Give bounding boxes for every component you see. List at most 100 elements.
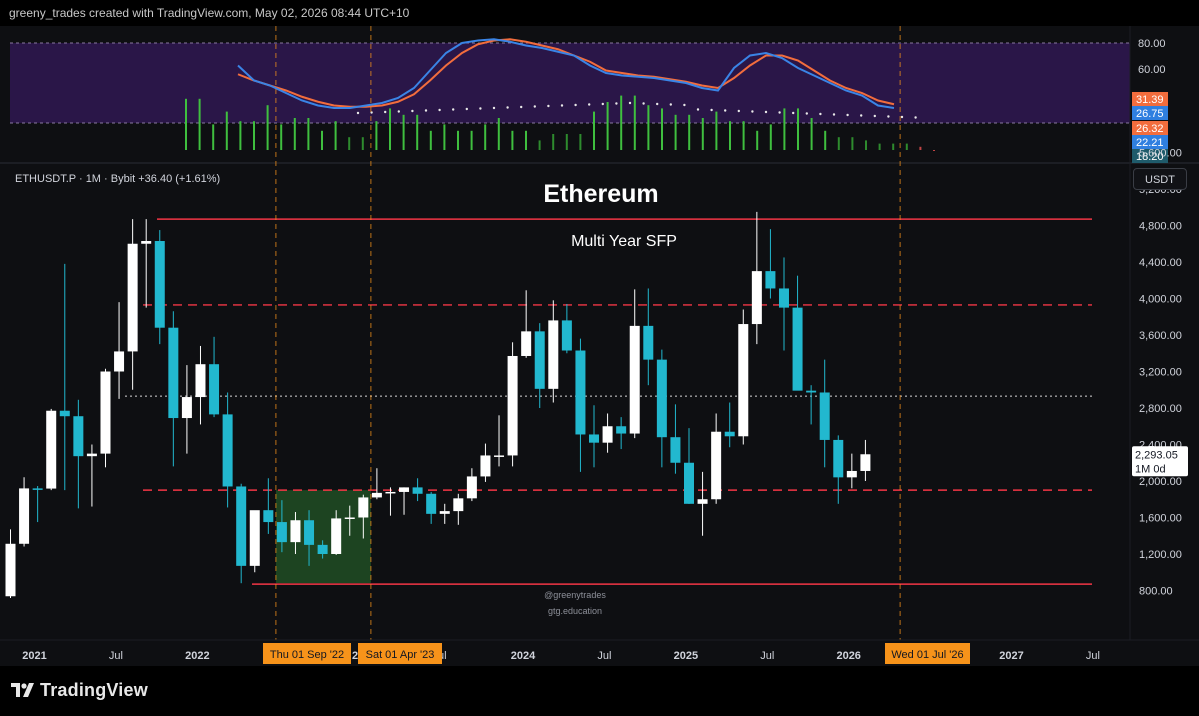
candle[interactable] [168, 311, 179, 467]
histogram-bar [348, 137, 351, 150]
candle-body [439, 511, 450, 514]
candle[interactable] [73, 399, 84, 509]
candle[interactable] [507, 342, 518, 467]
osc-tick-80: 80.00 [1138, 38, 1166, 50]
candle-body [5, 543, 16, 597]
candle[interactable] [480, 443, 491, 482]
candle[interactable] [806, 385, 817, 425]
histogram-bar [620, 95, 623, 150]
tradingview-logo-icon [11, 683, 34, 697]
candle-body [765, 271, 776, 289]
oscillator-dot [642, 102, 645, 105]
time-label: 2021 [22, 650, 46, 662]
candle[interactable] [561, 303, 572, 354]
oscillator-dot [628, 101, 632, 105]
histogram-bar [225, 111, 228, 150]
candle[interactable] [371, 468, 382, 500]
candle[interactable] [494, 415, 505, 467]
candle[interactable] [860, 439, 871, 481]
histogram-bar [878, 143, 881, 150]
candle[interactable] [466, 468, 477, 502]
candle[interactable] [32, 486, 43, 523]
candle[interactable] [236, 483, 247, 584]
histogram-bar [633, 95, 636, 150]
candle-body [724, 431, 735, 437]
candle[interactable] [209, 336, 220, 418]
candle[interactable] [86, 444, 97, 507]
histogram-bar [674, 114, 677, 150]
candle[interactable] [589, 405, 600, 468]
candle[interactable] [602, 413, 613, 453]
candle[interactable] [738, 309, 749, 445]
current-price-badge: 2,293.05 1M 0d [1132, 446, 1188, 477]
candle[interactable] [616, 417, 627, 450]
candle[interactable] [697, 471, 708, 536]
candle[interactable] [154, 230, 165, 345]
candle-body [466, 476, 477, 499]
candle[interactable] [249, 510, 260, 573]
oscillator-dot [560, 104, 564, 107]
chart-canvas[interactable]: 80.00 60.00 31.3926.7526.3222.2118.20 Et… [0, 26, 1199, 666]
oscillator-dot [492, 106, 496, 110]
candle-body [860, 454, 871, 471]
currency-selector[interactable]: USDT [1133, 168, 1187, 190]
candle[interactable] [127, 219, 138, 390]
candle[interactable] [833, 435, 844, 504]
candle[interactable] [521, 290, 532, 358]
histogram-bar [688, 114, 691, 150]
candle-body [778, 288, 789, 308]
candle[interactable] [426, 491, 437, 524]
candle[interactable] [765, 229, 776, 299]
histogram-bar [293, 118, 296, 150]
candle-body [629, 325, 640, 434]
candle[interactable] [141, 219, 152, 308]
candle[interactable] [819, 359, 830, 468]
candle[interactable] [792, 275, 803, 391]
candle-body [59, 410, 70, 417]
candle[interactable] [751, 211, 762, 345]
histogram-bar [470, 130, 473, 150]
histogram-bar [593, 111, 595, 150]
candle[interactable] [263, 478, 274, 534]
candle[interactable] [100, 368, 111, 468]
candle[interactable] [724, 402, 735, 448]
oscillator-dot [683, 103, 686, 107]
candle[interactable] [5, 529, 16, 598]
candle[interactable] [399, 487, 410, 515]
candle[interactable] [684, 428, 694, 504]
symbol-legend[interactable]: ETHUSDT.P · 1M · Bybit +36.40 (+1.61%) [15, 173, 220, 185]
chart-area[interactable]: 80.00 60.00 31.39 26.75 26.32 22.21 18.20 Et… [0, 26, 1199, 666]
candle-body [751, 271, 762, 325]
candle-body [684, 462, 694, 504]
time-axis-highlights: Thu 01 Sep '22 Sat 01 Apr '23 Wed 01 Jul '… [263, 643, 970, 664]
candle[interactable] [656, 349, 667, 468]
candle[interactable] [59, 263, 70, 491]
candle[interactable] [629, 289, 640, 439]
candle[interactable] [711, 413, 722, 504]
candlesticks[interactable] [5, 211, 871, 598]
candle[interactable] [548, 300, 559, 403]
candle[interactable] [181, 365, 192, 454]
candle[interactable] [195, 345, 206, 425]
candle[interactable] [46, 408, 57, 491]
time-label: 2022 [185, 650, 209, 662]
candle[interactable] [114, 302, 125, 399]
candle[interactable] [385, 487, 396, 516]
candle[interactable] [439, 503, 450, 524]
candle[interactable] [643, 288, 654, 386]
candle-body [331, 518, 342, 554]
candle[interactable] [846, 453, 857, 489]
candle-body [304, 520, 315, 545]
histogram-bar [198, 98, 201, 150]
candle[interactable] [19, 477, 30, 547]
oscillator-dot [860, 114, 863, 117]
histogram-bar [851, 137, 854, 150]
candle[interactable] [670, 404, 681, 474]
candle[interactable] [778, 257, 789, 351]
candle[interactable] [412, 478, 423, 502]
candle[interactable] [453, 493, 464, 525]
candle[interactable] [575, 338, 586, 472]
candle[interactable] [534, 323, 545, 408]
candle-body [670, 437, 681, 463]
histogram-bar [647, 105, 650, 150]
